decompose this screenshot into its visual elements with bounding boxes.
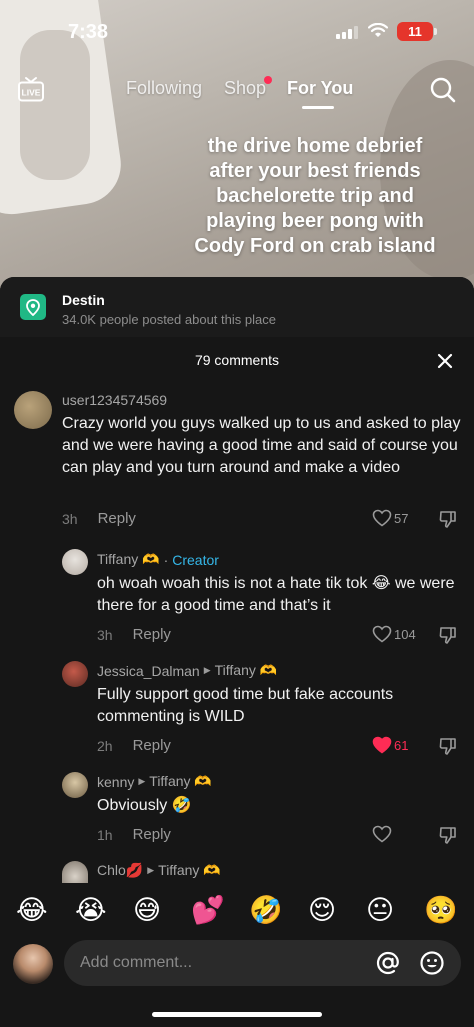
like-button[interactable]: 57	[372, 509, 408, 527]
comment-username[interactable]: Tiffany 🫶	[97, 551, 160, 568]
battery-tip	[434, 28, 437, 35]
comment-time: 3h	[62, 510, 78, 527]
avatar[interactable]	[62, 861, 88, 883]
mention-icon[interactable]	[375, 950, 401, 976]
cellular-signal-icon	[336, 26, 358, 39]
status-time: 7:38	[68, 21, 109, 43]
comment-username[interactable]: Chlo💋	[97, 862, 143, 879]
comment-text: Crazy world you guys walked up to us and…	[62, 415, 461, 476]
comments-count: 79 comments	[194, 352, 280, 368]
top-nav: Following Shop For You	[0, 78, 474, 102]
like-count: 61	[394, 737, 409, 753]
close-icon[interactable]	[436, 352, 454, 370]
status-bar: 7:38 11	[0, 0, 474, 60]
search-icon[interactable]	[430, 77, 456, 103]
my-avatar[interactable]	[13, 944, 53, 984]
comment-time: 3h	[97, 626, 113, 643]
emoji-quick-bar: 😂 😭 😅 💕 🤣 😌 😐 🥺	[0, 893, 474, 929]
avatar[interactable]	[62, 549, 88, 575]
emoji-button[interactable]: 😐	[366, 893, 394, 927]
heart-icon	[372, 509, 392, 527]
tab-following[interactable]: Following	[126, 78, 202, 99]
emoji-button[interactable]: 😌	[308, 893, 336, 927]
comment-time: 2h	[97, 737, 113, 754]
emoji-button[interactable]: 😅	[133, 893, 161, 927]
comment-text: oh woah woah this is not a hate tik tok …	[97, 575, 455, 614]
comment-username[interactable]: kenny	[97, 774, 134, 790]
avatar[interactable]	[62, 772, 88, 798]
emoji-button[interactable]: 🥺	[424, 893, 458, 927]
tab-for-you[interactable]: For You	[287, 78, 353, 99]
video-caption: the drive home debrief after your best f…	[194, 135, 436, 257]
heart-icon	[372, 825, 392, 843]
dislike-icon[interactable]	[438, 509, 458, 529]
place-subtitle: 34.0K people posted about this place	[62, 312, 276, 327]
reply-to-username[interactable]: Tiffany 🫶	[149, 773, 212, 790]
reply-to-username[interactable]: Tiffany 🫶	[158, 862, 221, 879]
heart-icon	[372, 625, 392, 643]
like-button[interactable]: 104	[372, 625, 416, 643]
like-button[interactable]	[372, 825, 394, 843]
comment-text: Fully support good time but fake account…	[97, 686, 394, 725]
like-count: 57	[394, 510, 409, 526]
avatar[interactable]	[62, 661, 88, 687]
like-button[interactable]: 61	[372, 736, 408, 754]
dislike-icon[interactable]	[438, 736, 458, 756]
emoji-button[interactable]: 😂	[16, 893, 48, 927]
reply-button[interactable]: Reply	[98, 510, 136, 527]
shop-notification-dot	[264, 76, 272, 84]
home-indicator	[152, 1012, 322, 1017]
comment-text: Obviously 🤣	[97, 797, 192, 814]
creator-badge: Creator	[172, 551, 219, 568]
like-count: 104	[394, 626, 416, 642]
comment-input[interactable]	[80, 940, 360, 986]
emoji-picker-icon[interactable]	[419, 950, 445, 976]
emoji-button[interactable]: 💕	[191, 893, 225, 927]
comment-input-box[interactable]	[64, 940, 461, 986]
emoji-button[interactable]: 😭	[75, 893, 107, 927]
reply-button[interactable]: Reply	[133, 826, 171, 843]
place-name: Destin	[62, 292, 105, 308]
battery-level: 11	[408, 24, 422, 39]
comment-username[interactable]: user1234574569	[62, 392, 167, 408]
reply-arrow-icon: ▶	[138, 776, 146, 786]
reply-to-username[interactable]: Tiffany 🫶	[215, 662, 278, 679]
reply-arrow-icon: ▶	[203, 665, 211, 675]
comment-composer	[0, 935, 474, 1027]
reply-button[interactable]: Reply	[133, 737, 171, 754]
separator-dot: ·	[163, 551, 169, 568]
comment-username[interactable]: Jessica_Dalman	[97, 663, 200, 679]
comments-sheet: Destin 34.0K people posted about this pl…	[0, 277, 474, 1027]
emoji-button[interactable]: 🤣	[249, 893, 283, 927]
comment-time: 1h	[97, 826, 113, 843]
heart-filled-icon	[372, 736, 392, 754]
battery-icon: 11	[397, 22, 433, 41]
wifi-icon	[368, 23, 388, 37]
reply-arrow-icon: ▶	[147, 865, 155, 875]
avatar[interactable]	[14, 391, 52, 429]
place-banner[interactable]: Destin 34.0K people posted about this pl…	[0, 277, 474, 337]
reply-button[interactable]: Reply	[133, 626, 171, 643]
active-tab-indicator	[302, 106, 334, 109]
dislike-icon[interactable]	[438, 825, 458, 845]
tab-shop[interactable]: Shop	[224, 78, 266, 99]
dislike-icon[interactable]	[438, 625, 458, 645]
location-pin-icon	[20, 294, 46, 320]
